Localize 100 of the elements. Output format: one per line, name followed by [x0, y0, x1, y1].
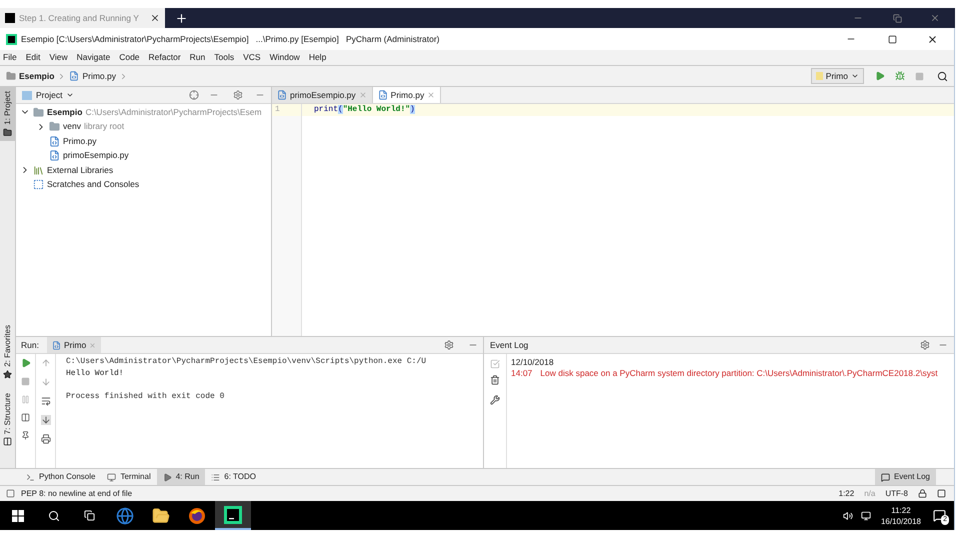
editor-tab[interactable]: Primo.py [372, 87, 442, 103]
status-message: PEP 8: no newline at end of file [21, 488, 134, 500]
editor-tab[interactable]: primoEsempio.py [272, 87, 373, 103]
breadcrumb-item[interactable]: Primo.py [82, 70, 116, 82]
scratches-icon [33, 179, 44, 190]
settings-icon[interactable] [444, 340, 454, 350]
tree-item-hint: library root [84, 120, 124, 134]
pycharm-taskbar-button[interactable] [215, 501, 251, 530]
line-number: 1 [272, 104, 301, 116]
caret-icon [851, 72, 859, 80]
layout-icon[interactable] [21, 413, 30, 422]
pycharm-icon [224, 506, 242, 524]
close-icon[interactable] [150, 13, 160, 23]
restore-icon[interactable] [893, 14, 902, 22]
checkbox-icon[interactable] [490, 359, 500, 369]
tool-window-tab[interactable]: 6: TODO [205, 469, 262, 485]
settings-icon[interactable] [920, 340, 930, 350]
new-tab-icon[interactable] [175, 12, 188, 24]
print-icon[interactable] [40, 434, 50, 444]
star-icon [3, 370, 12, 379]
caret-icon [66, 91, 74, 99]
panel-title: Event Log [490, 338, 530, 352]
log-time: 14:07 [511, 367, 532, 380]
side-tab[interactable]: 7: Structure [0, 388, 15, 450]
network-icon[interactable] [860, 510, 871, 520]
console-line: C:\Users\Administrator\PycharmProjects\Esempio\venv\Scripts\python.exe C:/U [66, 356, 428, 368]
panel-title: Run: [21, 338, 39, 352]
tool-window-tab[interactable]: 4: Run [156, 469, 206, 485]
run-configuration-dropdown[interactable]: Primo [810, 68, 864, 84]
tree-item[interactable]: External Libraries [47, 164, 114, 177]
status-icon [6, 489, 15, 498]
crosshair-icon[interactable] [189, 90, 199, 100]
run-icon [162, 472, 172, 482]
menu-item[interactable]: Tools [214, 51, 234, 64]
folder-icon [33, 106, 44, 118]
tree-item[interactable]: Esempio [47, 106, 82, 119]
tool-window-tab[interactable]: Terminal [101, 469, 157, 485]
tree-item-hint: C:\Users\Administrator\PycharmProjects\Esem [85, 106, 262, 119]
wrench-icon[interactable] [490, 395, 500, 405]
menu-item[interactable]: Edit [26, 51, 40, 64]
tree-item[interactable]: venv [63, 120, 81, 134]
scroll-end-icon[interactable] [40, 415, 50, 425]
tree-item[interactable]: Primo.py [63, 134, 97, 148]
event-log-button[interactable]: Event Log [874, 469, 936, 485]
menu-item[interactable]: View [49, 51, 68, 64]
project-icon [22, 90, 32, 100]
clock-time[interactable]: 11:22 [891, 504, 911, 516]
console-line: Hello World! [66, 368, 125, 380]
menu-item[interactable]: Window [270, 51, 300, 64]
file-icon [49, 136, 60, 147]
maximize-icon[interactable] [888, 34, 897, 44]
menu-item[interactable]: File [3, 51, 17, 64]
file-encoding[interactable]: UTF-8 [885, 488, 908, 500]
folder-icon [49, 121, 60, 132]
log-message: Low disk space on a PyCharm system directory partition: C:\Users\Administrator\.PyCharmCE2018.2\syst [540, 367, 938, 380]
windows-icon[interactable] [12, 510, 24, 522]
tree-item[interactable]: primoEsempio.py [63, 149, 129, 162]
close-icon[interactable] [927, 34, 938, 44]
menu-item[interactable]: Help [308, 51, 326, 64]
console-icon [26, 472, 35, 482]
browser-icon [116, 506, 134, 524]
run-tab[interactable]: Primo [46, 337, 102, 353]
folder-icon [6, 71, 16, 81]
breadcrumb-item[interactable]: Esempio [19, 70, 54, 82]
panel-title[interactable]: Project [36, 88, 62, 102]
side-tab[interactable]: 2: Favorites [0, 320, 15, 383]
search-icon[interactable] [48, 510, 60, 522]
menu-item[interactable]: Refactor [148, 51, 181, 64]
tree-item[interactable]: Scratches and Consoles [47, 178, 140, 192]
speech-bubble-icon [880, 472, 890, 482]
run-icon[interactable] [20, 358, 30, 368]
folder-icon [3, 128, 12, 137]
bug-icon[interactable] [895, 71, 905, 81]
code-line: print("Hello World!") [314, 104, 415, 116]
settings-icon[interactable] [233, 90, 243, 100]
side-tab[interactable]: 1: Project [0, 87, 15, 141]
cursor-position[interactable]: 1:22 [838, 488, 854, 500]
search-icon[interactable] [937, 70, 948, 82]
pin-icon[interactable] [21, 431, 30, 440]
volume-icon[interactable] [842, 510, 853, 520]
menu-item[interactable]: Run [190, 51, 206, 64]
file-icon [49, 150, 60, 162]
lock-icon[interactable] [918, 489, 927, 498]
tool-window-tab[interactable]: Python Console [20, 469, 102, 485]
list-icon [211, 472, 220, 482]
pycharm-icon [6, 34, 17, 44]
library-icon [33, 164, 44, 176]
window-title: Esempio [C:\Users\Administrator\PycharmProjects\Esempio] ...\Primo.py [Esempio] PyCharm (Administrator) [21, 32, 441, 46]
folder-icon [152, 506, 170, 524]
structure-icon [3, 436, 12, 446]
menu-item[interactable]: Navigate [76, 51, 110, 64]
task-view-icon[interactable] [84, 510, 95, 521]
clock-date[interactable]: 16/10/2018 [880, 516, 921, 526]
menu-item[interactable]: Code [119, 51, 140, 64]
notification-icon[interactable] [933, 509, 946, 522]
firefox-icon [188, 506, 206, 524]
menu-item[interactable]: VCS [243, 51, 261, 64]
trash-icon[interactable] [490, 375, 500, 385]
wrap-icon[interactable] [40, 396, 50, 406]
run-icon[interactable] [875, 71, 885, 81]
